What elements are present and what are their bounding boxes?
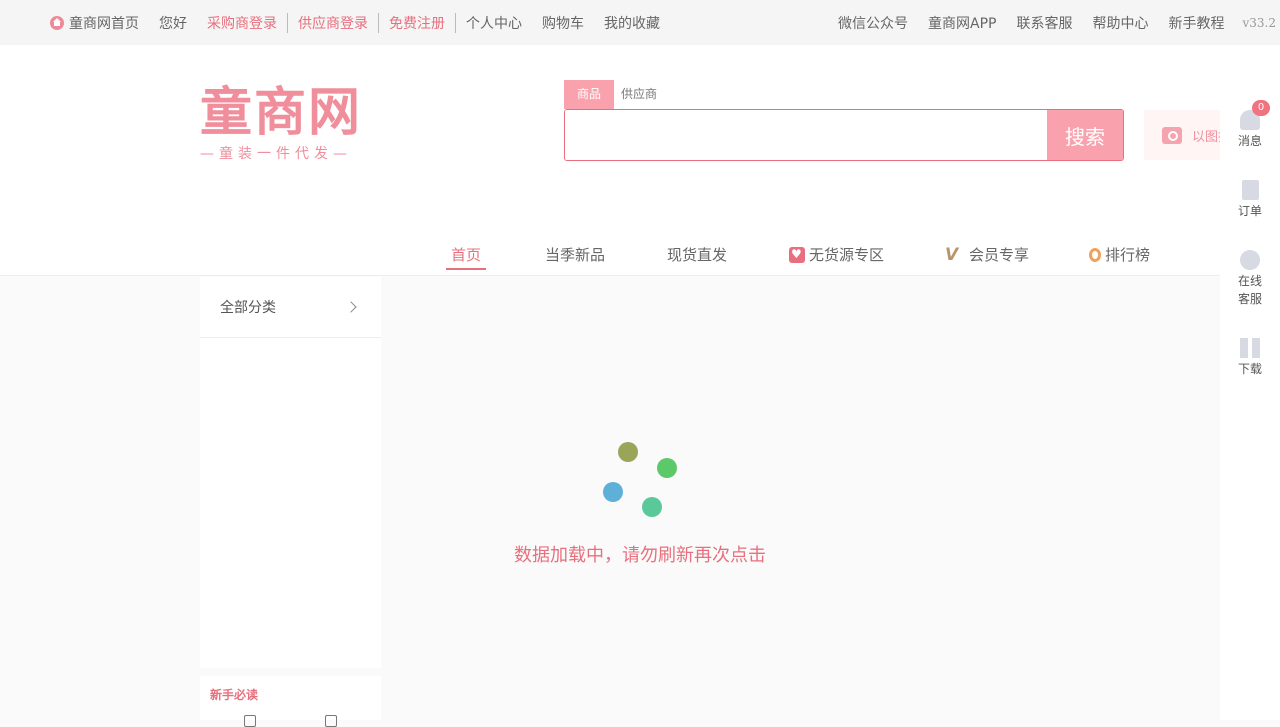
newbie-guide-icons (210, 715, 371, 727)
favorites-link[interactable]: 我的收藏 (594, 13, 670, 33)
logo-sub-text: —童装一件代发— (200, 146, 352, 162)
top-bar: 童商网首页 您好 采购商登录 供应商登录 免费注册 个人中心 购物车 我的收藏 … (0, 0, 1280, 45)
vip-icon: V (945, 245, 959, 265)
medal-icon (1089, 248, 1101, 262)
online-service-button[interactable]: 在线客服 (1220, 250, 1280, 308)
camera-icon (1162, 126, 1182, 144)
newbie-guide-title: 新手必读 (210, 688, 259, 702)
right-toolbar: 消息 订单 在线客服 下载 (1220, 45, 1280, 720)
all-categories-label: 全部分类 (220, 300, 276, 316)
guide-icon[interactable] (324, 715, 337, 727)
loading-dot (618, 442, 638, 462)
loading-dot (642, 497, 662, 517)
message-count-badge: 0 (1252, 100, 1270, 116)
home-icon (50, 15, 64, 30)
loading-dot (657, 458, 677, 478)
newbie-guide-panel: 新手必读 (200, 676, 381, 727)
chevron-right-icon (345, 301, 357, 313)
nav-dropship-label: 无货源专区 (809, 246, 885, 264)
wechat-link[interactable]: 微信公众号 (828, 13, 918, 33)
site-logo[interactable]: 童商网 —童装一件代发— (200, 85, 386, 163)
search-box: 搜索 (564, 109, 1124, 161)
nav-ranking-label: 排行榜 (1105, 246, 1151, 264)
app-link[interactable]: 童商网APP (918, 13, 1006, 33)
nav-member[interactable]: V 会员专享 (945, 241, 1029, 275)
personal-center-link[interactable]: 个人中心 (455, 12, 532, 33)
heart-icon (789, 240, 805, 268)
clipboard-icon (1241, 180, 1259, 200)
search-tab-product[interactable]: 商品 (564, 80, 615, 109)
top-bar-right: 微信公众号 童商网APP 联系客服 帮助中心 新手教程 v33.2 (828, 0, 1276, 45)
nav-new-season[interactable]: 当季新品 (545, 241, 605, 275)
search-button[interactable]: 搜索 (1047, 110, 1123, 160)
help-center-link[interactable]: 帮助中心 (1083, 13, 1159, 33)
home-link[interactable]: 童商网首页 (50, 13, 149, 33)
supplier-login-link[interactable]: 供应商登录 (287, 12, 378, 33)
qr-code-icon (1240, 338, 1260, 358)
online-service-label: 在线客服 (1237, 274, 1262, 306)
nav-active-underline (446, 268, 487, 270)
category-panel: 全部分类 (200, 277, 381, 668)
contact-service-link[interactable]: 联系客服 (1007, 13, 1083, 33)
loading-message: 数据加载中，请勿刷新再次点击 (514, 545, 766, 566)
nav-home[interactable]: 首页 (446, 241, 487, 275)
logo-main-text: 童商网 (200, 83, 363, 143)
all-categories-button[interactable]: 全部分类 (200, 277, 381, 338)
buyer-login-link[interactable]: 采购商登录 (197, 13, 287, 33)
cart-link[interactable]: 购物车 (532, 13, 594, 33)
messages-button[interactable]: 消息 (1220, 110, 1280, 150)
loading-dot (603, 482, 623, 502)
download-label: 下载 (1237, 362, 1262, 376)
headset-icon (1240, 250, 1260, 270)
home-link-label: 童商网首页 (69, 15, 139, 32)
nav-ranking[interactable]: 排行榜 (1089, 241, 1150, 275)
top-bar-left: 童商网首页 您好 采购商登录 供应商登录 免费注册 个人中心 购物车 我的收藏 (50, 0, 670, 45)
register-link[interactable]: 免费注册 (378, 12, 455, 33)
guide-icon[interactable] (244, 715, 257, 727)
nav-in-stock[interactable]: 现货直发 (667, 241, 727, 275)
messages-label: 消息 (1237, 134, 1262, 148)
tutorial-link[interactable]: 新手教程 (1159, 13, 1235, 33)
image-search-button[interactable]: 以图搜 (1144, 110, 1220, 160)
image-search-label: 以图搜 (1192, 129, 1220, 145)
loading-area: 数据加载中，请勿刷新再次点击 (382, 277, 1220, 720)
header: 童商网 —童装一件代发— 商品 供应商 搜索 以图搜 首页 当季新品 现货直发 … (0, 45, 1220, 276)
nav-home-label: 首页 (451, 246, 482, 264)
version-label: v33.2 (1242, 15, 1277, 30)
download-button[interactable]: 下载 (1220, 338, 1280, 378)
search-input[interactable] (565, 110, 1048, 160)
search-tabs: 商品 供应商 (564, 80, 670, 109)
search-tab-supplier[interactable]: 供应商 (614, 80, 670, 109)
orders-label: 订单 (1237, 204, 1262, 218)
nav-member-label: 会员专享 (969, 246, 1030, 264)
orders-button[interactable]: 订单 (1220, 180, 1280, 220)
greeting-text: 您好 (159, 15, 187, 32)
nav-dropship-zone[interactable]: 无货源专区 (789, 240, 885, 275)
main-nav: 首页 当季新品 现货直发 无货源专区 V 会员专享 排行榜 (0, 240, 1220, 275)
